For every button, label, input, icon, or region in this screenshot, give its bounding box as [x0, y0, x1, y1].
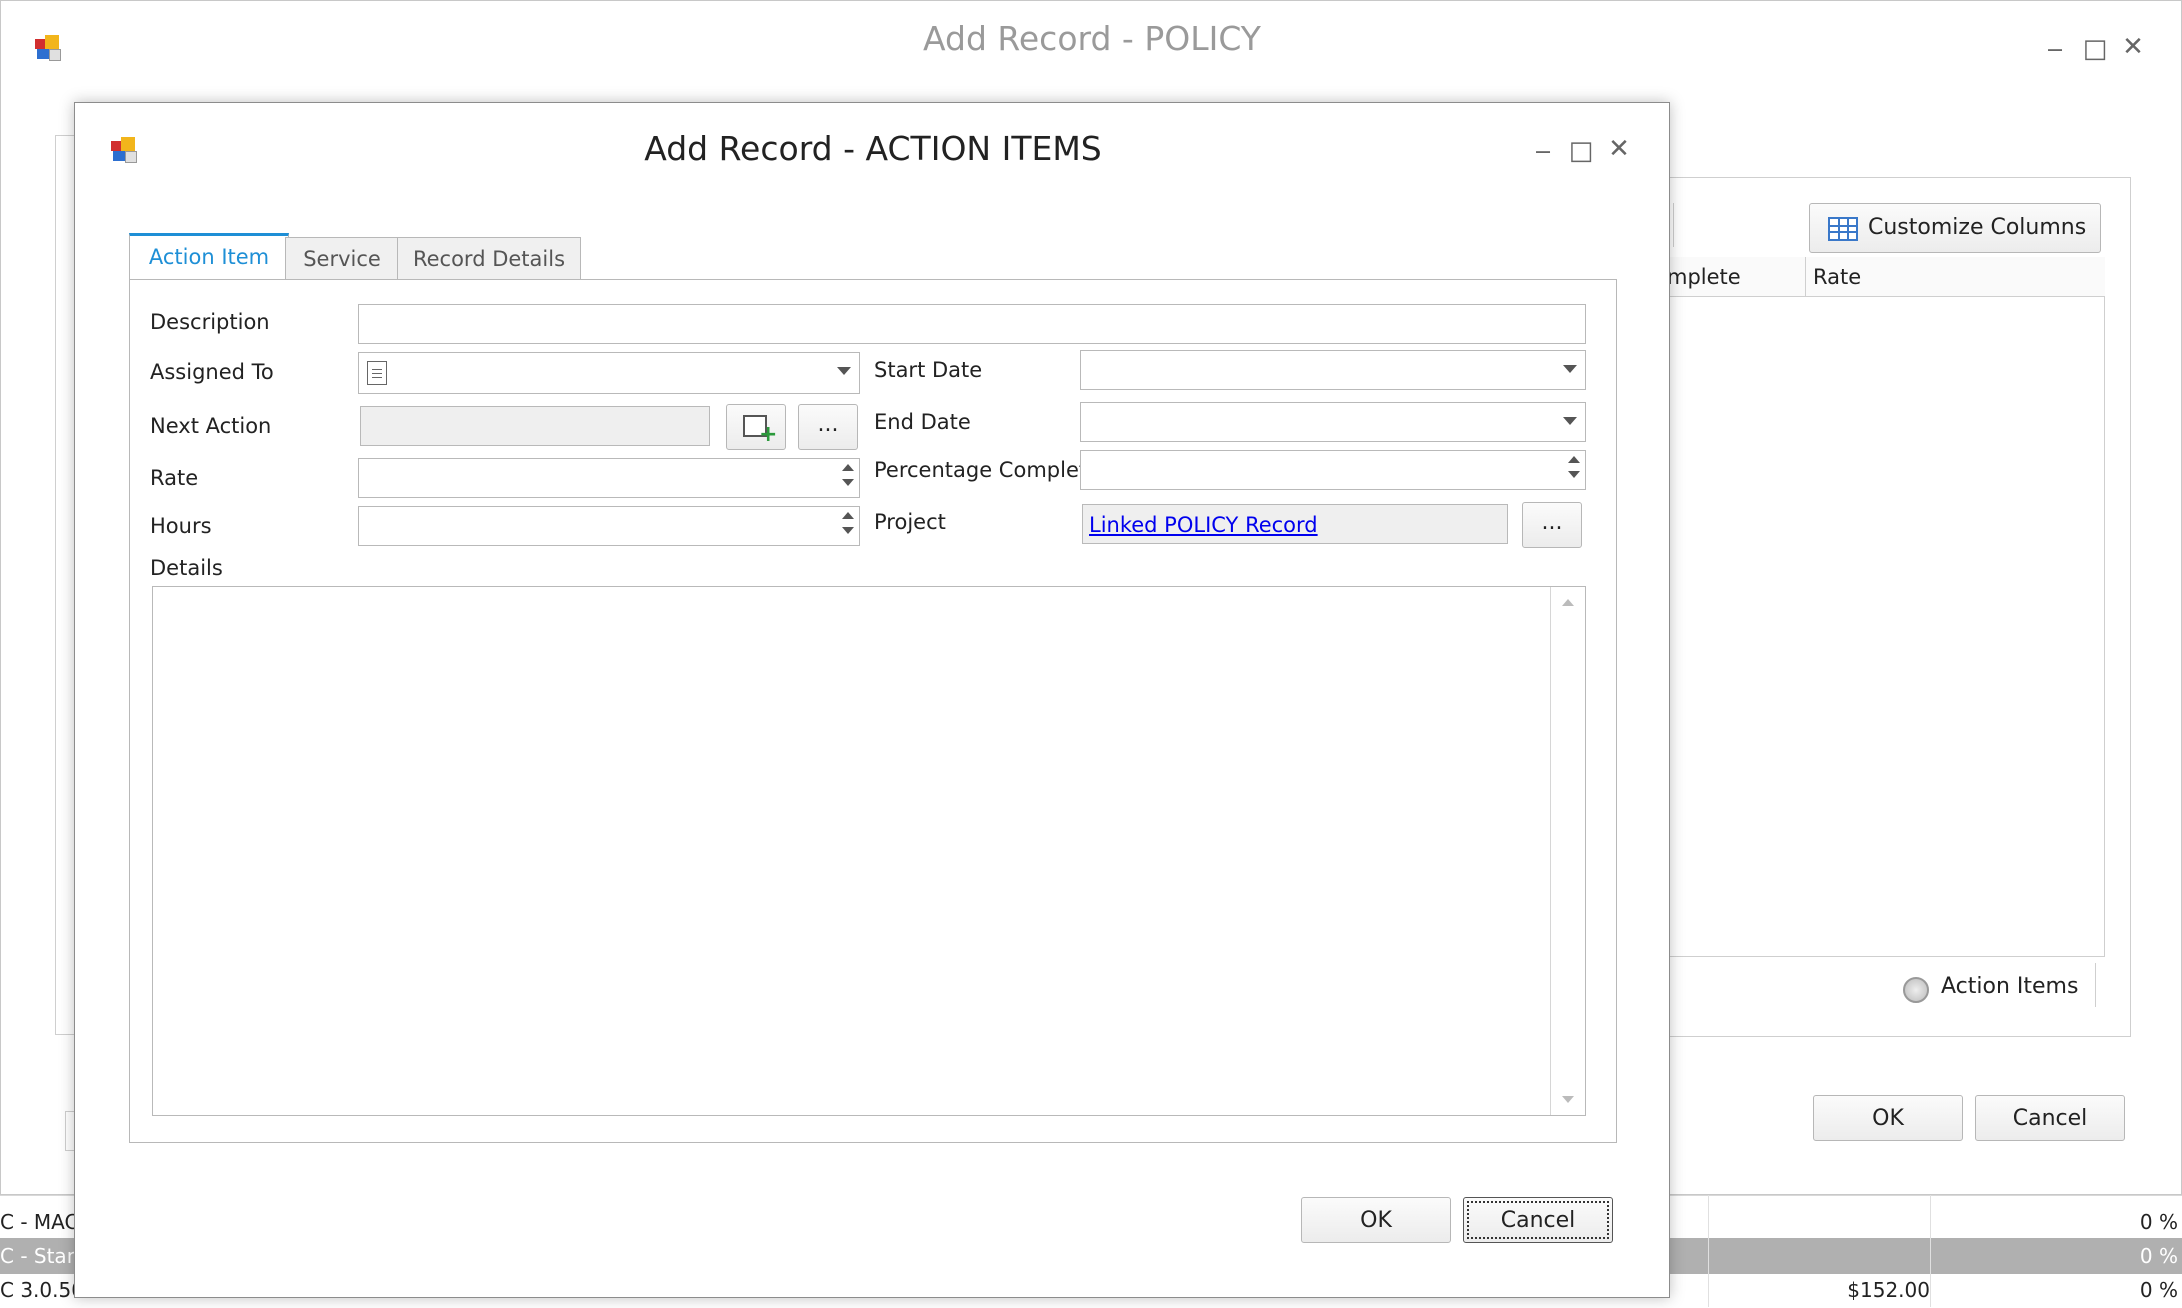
details-scrollbar[interactable] — [1550, 587, 1585, 1115]
scroll-up-icon[interactable] — [1562, 599, 1574, 606]
minimize-icon[interactable]: ‒ — [1525, 133, 1561, 169]
grid-icon — [1828, 217, 1858, 241]
action-items-dialog: Add Record - ACTION ITEMS ‒ □ ✕ Action I… — [74, 102, 1670, 1298]
description-label: Description — [150, 310, 270, 334]
start-date-label: Start Date — [874, 358, 983, 382]
grid-cell-percent: 0 % — [2139, 1278, 2178, 1302]
grid-cell-percent: 0 % — [2139, 1244, 2178, 1268]
project-field: Linked POLICY Record — [1082, 504, 1508, 544]
tab-action-item[interactable]: Action Item — [129, 233, 289, 281]
percentage-complete-label: Percentage Complete — [874, 458, 1101, 482]
cancel-button[interactable]: Cancel — [1463, 1197, 1613, 1243]
grid-cell-rate: $152.00 — [1847, 1278, 1930, 1302]
customize-columns-label: Customize Columns — [1868, 215, 2087, 240]
rate-stepper[interactable] — [841, 459, 855, 486]
next-action-label: Next Action — [150, 414, 272, 438]
chevron-down-icon[interactable] — [837, 367, 851, 375]
end-date-label: End Date — [874, 410, 971, 434]
grid-cell: C 3.0.50 — [0, 1278, 84, 1302]
action-items-label: Action Items — [1941, 974, 2079, 999]
action-items-icon — [1903, 977, 1929, 1003]
assigned-to-dropdown[interactable] — [358, 352, 860, 394]
minimize-icon[interactable]: ‒ — [2037, 31, 2073, 67]
tab-record-details[interactable]: Record Details — [397, 237, 581, 283]
grid-divider — [1708, 1195, 1709, 1307]
rate-input[interactable] — [358, 458, 860, 498]
grid-divider — [1930, 1195, 1931, 1307]
maximize-icon[interactable]: □ — [1563, 133, 1599, 169]
close-icon[interactable]: ✕ — [2115, 29, 2151, 65]
ok-button[interactable]: OK — [1301, 1197, 1451, 1243]
description-input[interactable] — [358, 304, 1586, 344]
column-header[interactable]: Rate — [1813, 265, 1861, 289]
project-browse-button[interactable]: ... — [1522, 502, 1582, 548]
rate-label: Rate — [150, 466, 199, 490]
chevron-down-icon[interactable] — [1563, 417, 1577, 425]
maximize-icon[interactable]: □ — [2077, 31, 2113, 67]
window-title: Add Record - POLICY — [923, 19, 1261, 58]
hours-stepper[interactable] — [841, 507, 855, 534]
column-header[interactable]: mplete — [1667, 265, 1741, 289]
end-date-picker[interactable] — [1080, 402, 1586, 442]
close-icon[interactable]: ✕ — [1601, 131, 1637, 167]
customize-columns-button[interactable]: Customize Columns — [1809, 203, 2101, 253]
chevron-down-icon[interactable] — [1563, 365, 1577, 373]
scroll-down-icon[interactable] — [1562, 1096, 1574, 1103]
document-icon — [367, 361, 387, 385]
panel-border — [55, 135, 75, 1035]
start-date-picker[interactable] — [1080, 350, 1586, 390]
ok-button[interactable]: OK — [1813, 1095, 1963, 1141]
grid-cell-percent: 0 % — [2139, 1210, 2178, 1234]
toolbar-separator — [1673, 203, 1674, 247]
next-action-input[interactable] — [360, 406, 710, 446]
percentage-complete-input[interactable] — [1080, 450, 1586, 490]
grid-cell: C - MAC — [0, 1210, 79, 1234]
percentage-stepper[interactable] — [1567, 451, 1581, 478]
tab-service[interactable]: Service — [285, 237, 399, 283]
grid-header: mplete Rate — [1661, 257, 2105, 297]
linked-record-link[interactable]: Linked POLICY Record — [1089, 513, 1318, 537]
grid-body — [1661, 297, 2105, 957]
dialog-title: Add Record - ACTION ITEMS — [644, 129, 1102, 168]
add-next-action-button[interactable]: + — [726, 404, 786, 450]
hours-label: Hours — [150, 514, 212, 538]
next-action-browse-button[interactable]: ... — [798, 404, 858, 450]
action-item-panel: Description Assigned To Next Action + ..… — [129, 279, 1617, 1143]
cancel-button[interactable]: Cancel — [1975, 1095, 2125, 1141]
assigned-to-label: Assigned To — [150, 360, 274, 384]
details-textarea[interactable] — [152, 586, 1586, 1116]
project-label: Project — [874, 510, 946, 534]
action-items-tab[interactable]: Action Items — [1903, 967, 2093, 1011]
details-label: Details — [150, 556, 223, 580]
hours-input[interactable] — [358, 506, 860, 546]
